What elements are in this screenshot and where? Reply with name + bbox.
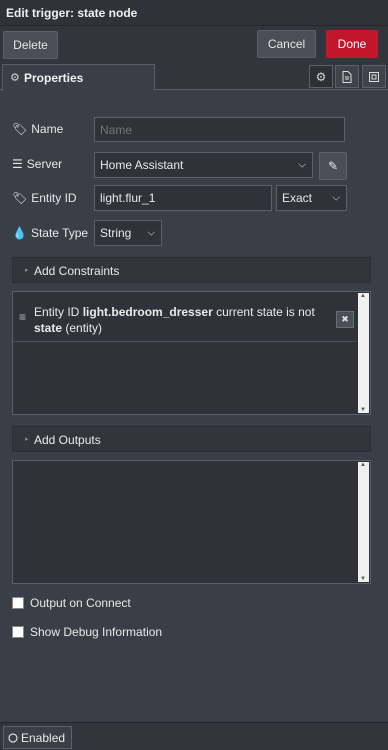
add-constraints-header[interactable]: ▸ Add Constraints [12,257,371,283]
close-icon: ✖ [341,314,349,324]
enabled-label: Enabled [21,730,66,745]
server-icon: ☰ [12,157,23,171]
server-label: ☰ Server [12,157,63,171]
caret-right-icon: ▸ [25,436,29,443]
cancel-button[interactable]: Cancel [257,30,316,58]
tab-properties[interactable]: ⚙ Properties [2,64,155,91]
entity-match-select[interactable]: Exact ⌵ [276,185,347,211]
scrollbar[interactable]: ▲ ▼ [358,462,369,582]
window-title: Edit trigger: state node [6,6,138,20]
description-tab-button[interactable] [335,65,359,88]
settings-tab-button[interactable]: ⚙ [309,65,333,88]
entity-id-label: 🏷 Entity ID [12,191,77,205]
gear-icon: ⚙ [315,69,327,84]
entity-match-value: Exact [282,191,313,205]
chevron-down-icon: ⌵ [298,159,306,171]
constraints-list: ≡ Entity ID light.bedroom_dresser curren… [12,291,371,415]
scroll-up-icon[interactable]: ▲ [360,293,366,299]
list-item[interactable]: ≡ Entity ID light.bedroom_dresser curren… [13,292,356,342]
name-input[interactable] [94,117,345,142]
name-label: 🏷 Name [12,122,64,136]
drop-icon: 💧 [12,226,27,240]
circle-icon [8,732,18,743]
server-select-value: Home Assistant [100,158,184,172]
chevron-down-icon: ⌵ [147,227,155,239]
show-debug-label: Show Debug Information [30,625,163,639]
outputs-list: ▲ ▼ [12,460,371,584]
state-type-select[interactable]: String ⌵ [94,220,162,246]
output-on-connect-checkbox[interactable] [12,597,24,609]
scrollbar[interactable]: ▲ ▼ [358,293,369,413]
scroll-up-icon[interactable]: ▲ [360,462,366,468]
gear-icon: ⚙ [10,72,20,84]
enabled-toggle[interactable]: Enabled [3,726,72,749]
delete-button[interactable]: Delete [3,31,58,59]
frame-icon [369,71,379,82]
state-type-value: String [100,226,132,240]
add-constraints-label: Add Constraints [34,264,120,278]
constraint-text: Entity ID light.bedroom_dresser current … [34,305,315,335]
state-type-label: 💧 State Type [12,226,89,240]
drag-handle-icon[interactable]: ≡ [19,310,26,324]
title-bar: Edit trigger: state node [0,0,388,26]
server-select[interactable]: Home Assistant ⌵ [94,152,313,178]
add-outputs-label: Add Outputs [34,433,101,447]
entity-id-input[interactable]: light.flur_1 [94,185,272,211]
output-on-connect-label: Output on Connect [30,596,131,610]
done-button[interactable]: Done [326,30,378,58]
tag-icon: 🏷 [12,122,28,136]
footer: Enabled [0,722,388,750]
add-outputs-header[interactable]: ▸ Add Outputs [12,426,371,452]
chevron-down-icon: ⌵ [332,192,340,204]
scroll-down-icon[interactable]: ▼ [360,407,366,413]
caret-right-icon: ▸ [25,267,29,274]
appearance-tab-button[interactable] [362,65,386,88]
scroll-down-icon[interactable]: ▼ [360,576,366,582]
toolbar: Delete Cancel Done [0,26,388,62]
tab-properties-label: Properties [24,71,84,85]
file-icon [342,70,352,83]
edit-server-button[interactable]: ✎ [319,152,347,180]
tag-icon: 🏷 [12,191,28,205]
remove-constraint-button[interactable]: ✖ [336,311,354,328]
show-debug-checkbox[interactable] [12,626,24,638]
pencil-icon: ✎ [327,159,339,173]
